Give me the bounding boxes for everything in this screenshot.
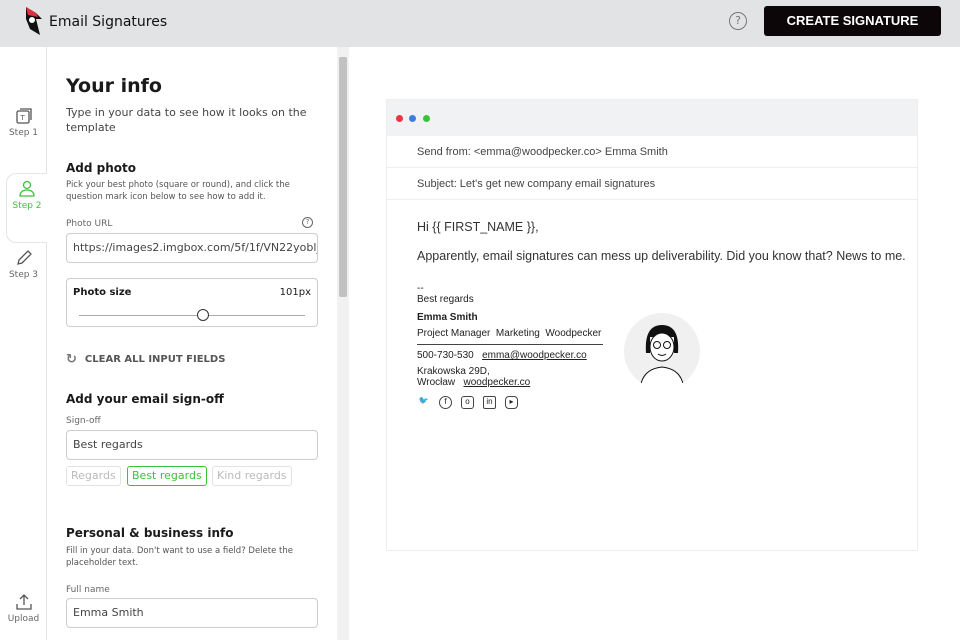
info-panel: Your info Type in your data to see how i…: [47, 47, 337, 640]
fullname-label: Full name: [66, 585, 110, 595]
signoff-label: Sign-off: [66, 416, 101, 426]
scrollbar-thumb[interactable]: [339, 57, 347, 297]
avatar: [624, 313, 700, 389]
email-body: Hi {{ FIRST_NAME }}, Apparently, email s…: [417, 220, 906, 263]
upload-label: Upload: [7, 614, 40, 624]
clear-all-button[interactable]: ↻ CLEAR ALL INPUT FIELDS: [66, 352, 225, 367]
woodpecker-logo: [26, 7, 42, 35]
email-preview: Send from: <emma@woodpecker.co> Emma Smi…: [386, 99, 918, 551]
photo-size-value: 101px: [279, 287, 311, 298]
sig-website-link[interactable]: woodpecker.co: [464, 377, 531, 388]
svg-text:T: T: [19, 114, 25, 122]
send-from-row: Send from: <emma@woodpecker.co> Emma Smi…: [387, 136, 917, 168]
refresh-icon: ↻: [66, 352, 77, 367]
photo-url-label: Photo URL: [66, 219, 113, 229]
steps-rail: T Step 1 Step 2 Step 3 Upload: [0, 47, 47, 640]
maximize-dot: [423, 115, 430, 122]
step-3-tab[interactable]: Step 3: [0, 249, 47, 280]
template-icon: T: [15, 108, 32, 124]
slider-track[interactable]: [79, 315, 305, 316]
pencil-icon: [16, 250, 32, 265]
create-signature-button[interactable]: CREATE SIGNATURE: [764, 6, 941, 36]
message: Apparently, email signatures can mess up…: [417, 249, 906, 263]
photo-size-slider[interactable]: Photo size 101px: [66, 278, 318, 327]
step-2-tab[interactable]: Step 2: [6, 173, 47, 243]
personal-hint: Fill in your data. Don't want to use a f…: [66, 546, 293, 568]
signoff-heading: Add your email sign-off: [66, 392, 224, 406]
upload-icon: [15, 594, 32, 610]
step-1-tab[interactable]: T Step 1: [0, 107, 47, 138]
sig-role: Project Manager Marketing Woodpecker: [417, 328, 603, 345]
sig-dashes: --: [417, 283, 424, 294]
clear-all-label: CLEAR ALL INPUT FIELDS: [84, 354, 226, 365]
sig-email-link[interactable]: emma@woodpecker.co: [482, 350, 587, 361]
sig-name: Emma Smith: [417, 312, 478, 323]
close-dot: [396, 115, 403, 122]
step-label: Step 3: [8, 270, 39, 280]
fullname-input[interactable]: Emma Smith: [66, 598, 318, 628]
top-bar: Email Signatures ? CREATE SIGNATURE: [0, 0, 960, 47]
signoff-option[interactable]: Regards: [66, 466, 121, 486]
step-label: Step 2: [12, 201, 42, 211]
sig-phone: 500-730-530: [417, 350, 474, 361]
photo-size-label: Photo size: [73, 287, 132, 298]
twitter-icon[interactable]: 🐦: [417, 396, 430, 409]
greeting: Hi {{ FIRST_NAME }},: [417, 220, 539, 234]
page-title: Your info: [66, 75, 162, 97]
page-subtitle: Type in your data to see how it looks on…: [66, 106, 307, 134]
step-label: Step 1: [8, 128, 39, 138]
youtube-icon[interactable]: ▸: [505, 396, 518, 409]
signature: -- Best regards Emma Smith Project Manag…: [417, 283, 603, 409]
slider-handle[interactable]: [197, 309, 210, 321]
upload-button[interactable]: Upload: [0, 593, 47, 624]
facebook-icon[interactable]: f: [439, 396, 452, 409]
instagram-icon[interactable]: o: [461, 396, 474, 409]
personal-heading: Personal & business info: [66, 526, 234, 540]
question-circle-icon[interactable]: ?: [729, 12, 747, 30]
subject-row: Subject: Let's get new company email sig…: [387, 168, 917, 200]
signoff-option[interactable]: Kind regards: [212, 466, 292, 486]
add-photo-heading: Add photo: [66, 161, 137, 175]
question-mark-icon[interactable]: ?: [302, 217, 313, 228]
linkedin-icon[interactable]: in: [483, 396, 496, 409]
window-bar: [387, 100, 917, 136]
signoff-option[interactable]: Best regards: [127, 466, 207, 486]
user-icon: [19, 180, 35, 197]
photo-url-input[interactable]: https://images2.imgbox.com/5f/1f/VN22yob…: [66, 233, 318, 263]
app-title: Email Signatures: [49, 14, 168, 30]
minimize-dot: [409, 115, 416, 122]
signoff-input[interactable]: Best regards: [66, 430, 318, 460]
panel-scrollbar[interactable]: [337, 47, 349, 640]
sig-signoff: Best regards: [417, 294, 474, 305]
add-photo-hint: Pick your best photo (square or round), …: [66, 180, 290, 202]
